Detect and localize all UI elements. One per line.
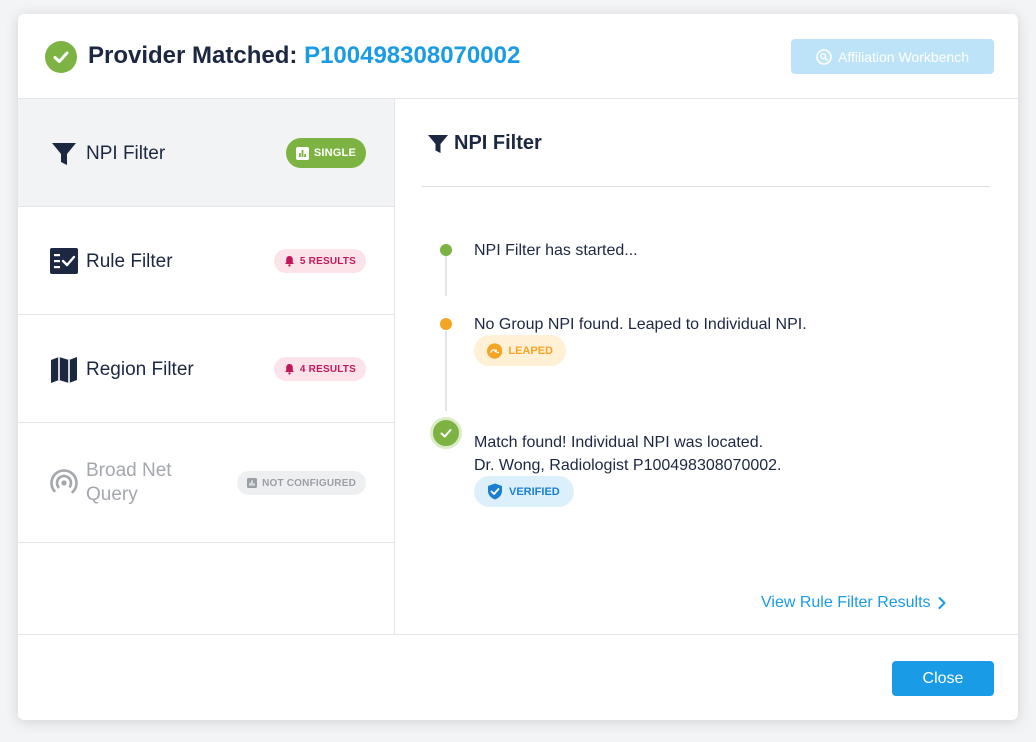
filter-detail-panel: NPI Filter NPI Filter has started... No … — [395, 99, 1018, 634]
badge-label: NOT CONFIGURED — [262, 477, 356, 489]
badge-label: VERIFIED — [509, 485, 560, 498]
sidebar-item-label: Rule Filter — [86, 251, 173, 272]
timeline-connector — [445, 331, 447, 411]
badge-label: 5 RESULTS — [299, 255, 356, 267]
sidebar-item-label: Region Filter — [86, 359, 194, 380]
timeline-step-text: No Group NPI found. Leaped to Individual… — [474, 316, 807, 333]
timeline-step-text: Match found! Individual NPI was located.… — [474, 434, 782, 474]
shield-check-icon — [488, 483, 502, 500]
status-dot-started — [440, 244, 452, 256]
sidebar-item-rule-filter[interactable]: Rule Filter 5 RESULTS — [18, 207, 394, 315]
dialog-title: Provider Matched: P100498308070002 — [88, 42, 520, 70]
title-label: Provider Matched: — [88, 42, 298, 69]
dialog-header: Provider Matched: P100498308070002 Affil… — [18, 14, 1018, 99]
broadcast-icon — [50, 469, 78, 497]
badge-label: 4 RESULTS — [299, 363, 356, 375]
bar-chart-icon — [247, 478, 258, 488]
sidebar-item-broad-net-query[interactable]: Broad Net Query NOT CONFIGURED — [18, 423, 394, 543]
search-icon — [816, 48, 832, 65]
results-badge: 5 RESULTS — [273, 249, 366, 273]
provider-match-dialog: Provider Matched: P100498308070002 Affil… — [18, 14, 1018, 720]
verified-badge: VERIFIED — [474, 476, 574, 507]
sidebar-item-npi-filter[interactable]: NPI Filter SINGLE — [18, 99, 394, 207]
badge-label: SINGLE — [313, 147, 356, 159]
badge-label: LEAPED — [508, 344, 553, 357]
bell-icon — [284, 364, 294, 375]
affiliation-workbench-button[interactable]: Affiliation Workbench — [791, 39, 994, 74]
checklist-icon — [50, 248, 78, 274]
sidebar-item-region-filter[interactable]: Region Filter 4 RESULTS — [18, 315, 394, 423]
link-label: View Rule Filter Results — [761, 594, 931, 611]
filter-sidebar: NPI Filter SINGLE Rule Filter 5 RESULTS … — [18, 99, 395, 634]
affiliation-workbench-label: Affiliation Workbench — [838, 48, 969, 65]
provider-id[interactable]: P100498308070002 — [304, 42, 520, 69]
panel-title: NPI Filter — [454, 132, 542, 154]
timeline-step-text: NPI Filter has started... — [474, 242, 638, 259]
map-icon — [51, 357, 77, 383]
not-configured-badge: NOT CONFIGURED — [237, 471, 366, 495]
single-badge: SINGLE — [285, 138, 366, 168]
close-button[interactable]: Close — [892, 661, 994, 696]
results-badge: 4 RESULTS — [273, 357, 366, 381]
view-rule-filter-results-link[interactable]: View Rule Filter Results — [761, 594, 947, 612]
sidebar-item-label: NPI Filter — [86, 143, 166, 164]
timeline-connector — [445, 256, 447, 296]
leaped-badge: LEAPED — [474, 335, 566, 366]
funnel-icon — [428, 135, 448, 153]
funnel-icon — [52, 143, 76, 165]
verified-check-icon — [430, 417, 462, 449]
chevron-right-icon — [938, 597, 946, 609]
success-check-icon — [45, 41, 77, 73]
divider — [422, 186, 990, 187]
dialog-footer: Close — [18, 634, 1018, 720]
bell-icon — [284, 256, 294, 267]
leap-icon — [487, 342, 503, 359]
bar-chart-icon — [295, 146, 309, 160]
status-dot-leaped — [440, 318, 452, 330]
sidebar-item-label: Broad Net Query — [86, 460, 172, 505]
